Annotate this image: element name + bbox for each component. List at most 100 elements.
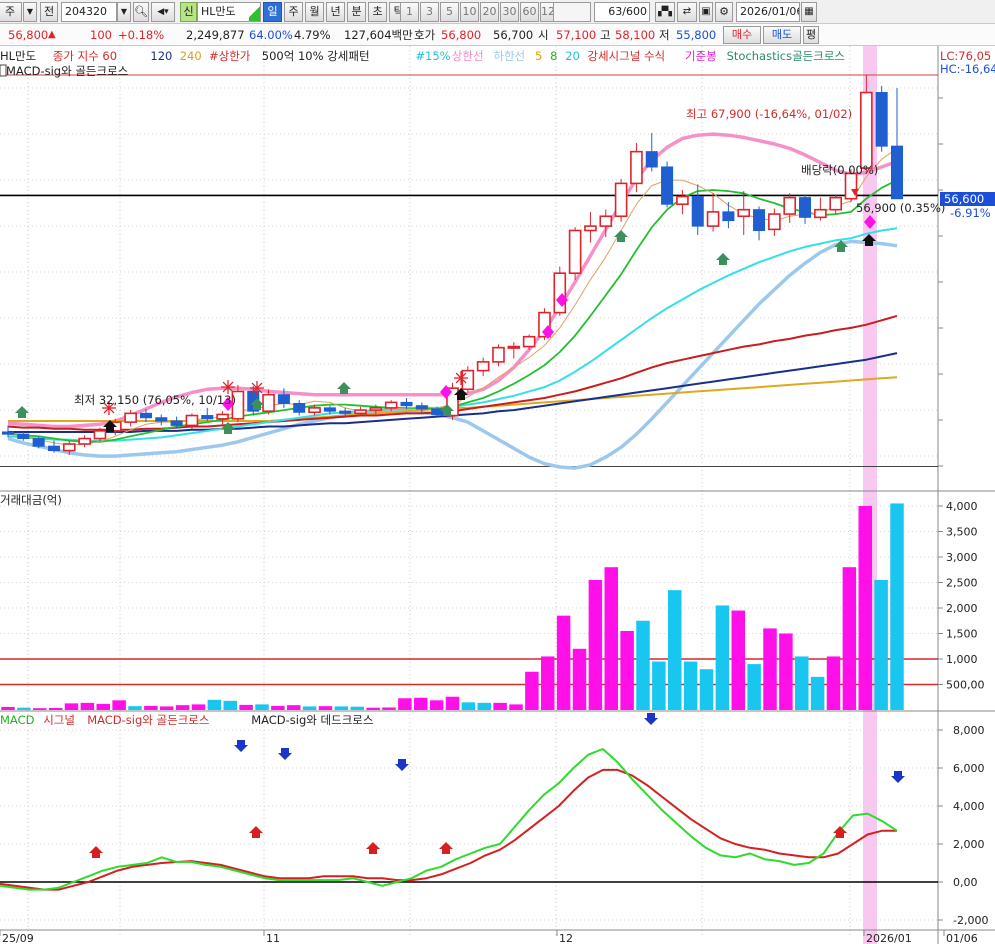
macd-legend-item: 시그널	[43, 713, 75, 727]
candle-body	[170, 420, 183, 426]
new-listing-badge: 신	[180, 2, 197, 22]
timeframe-0[interactable]: 일	[263, 2, 282, 22]
high-annotation: 최고 67,900 (-16,64%, 01/02)	[686, 107, 852, 121]
price-legend-item: 상한선	[452, 49, 484, 63]
buy-button[interactable]: 매수	[723, 26, 761, 44]
eval-button[interactable]: 평	[803, 26, 819, 44]
candle-body	[369, 407, 383, 411]
price-legend-item: 20	[565, 49, 580, 63]
x-axis-label: 25/09	[2, 932, 34, 944]
volume-bar	[287, 705, 301, 710]
current-price-tag-value: 56,600	[944, 192, 984, 206]
candle-body	[415, 405, 428, 410]
macd-axis-label: 4,000	[953, 800, 985, 813]
volume-bar	[255, 704, 269, 710]
volume-axis-label: 1,500	[946, 628, 978, 641]
ask-label: 호가	[414, 28, 436, 42]
candle-body	[691, 196, 704, 227]
interval-30[interactable]: 30	[500, 2, 519, 22]
period-dropdown-chevron-icon[interactable]: ▼	[23, 2, 37, 22]
volume-axis-label: 3,500	[946, 526, 978, 539]
volume-bar	[334, 706, 349, 710]
price-tag-annotation: 56,900 (0.35%)	[856, 201, 945, 215]
price-legend-item: 500억 10% 강세패턴	[262, 49, 370, 63]
volume-bar	[763, 628, 777, 710]
price-legend-item: 하한선	[493, 49, 525, 63]
volume-axis-label: 4,000	[946, 500, 978, 513]
stock-code-chevron-icon[interactable]: ▼	[117, 2, 131, 22]
custom-interval-input[interactable]	[553, 2, 591, 22]
stock-code-input[interactable]: 204320	[61, 2, 117, 22]
hc-value: HC:-16,64	[940, 62, 995, 76]
volume-bar	[271, 705, 285, 710]
volume-bar	[477, 702, 491, 710]
timeframe-5[interactable]: 초	[368, 2, 387, 22]
candle-body	[354, 409, 367, 415]
candle-body	[706, 211, 720, 227]
price-legend-item: #15%	[415, 49, 450, 63]
timeframe-1[interactable]: 주	[284, 2, 303, 22]
toolbar-main: 주 ▼ 전 204320 ▼ 🔍︎ ◀▾ 신 HL만도 일주월년분초틱 1351…	[0, 0, 995, 24]
x-axis-label: 12	[559, 932, 573, 944]
interval-3[interactable]: 3	[420, 2, 439, 22]
candle-body	[78, 437, 91, 445]
price-change-pct: +0.18%	[118, 28, 165, 42]
gear-icon[interactable]: ⚙	[715, 2, 733, 22]
ask-price: 56,800	[441, 28, 482, 42]
candle-body	[630, 150, 643, 185]
interval-20[interactable]: 20	[480, 2, 499, 22]
speaker-icon[interactable]: ◀▾	[151, 2, 175, 22]
candle-body	[124, 412, 137, 423]
chart-window: 주 ▼ 전 204320 ▼ 🔍︎ ◀▾ 신 HL만도 일주월년분초틱 1351…	[0, 0, 995, 944]
bar-count-field[interactable]: 63/600	[594, 2, 650, 22]
selected-bar-highlight	[863, 46, 877, 944]
interval-10[interactable]: 10	[460, 2, 479, 22]
candle-body	[339, 410, 352, 414]
interval-1[interactable]: 1	[400, 2, 419, 22]
volume: 2,249,877	[186, 28, 245, 42]
zoom-in-icon[interactable]: ▞▚	[655, 2, 675, 22]
date-field[interactable]: 2026/01/06	[736, 2, 800, 22]
stock-code-value: 204320	[65, 5, 107, 18]
save-icon[interactable]: ▣	[699, 2, 713, 22]
volume-axis-label: 2,000	[946, 602, 978, 615]
interval-5[interactable]: 5	[440, 2, 459, 22]
prev-button[interactable]: 전	[40, 2, 58, 22]
macd-axis-label: -2,000	[953, 914, 988, 927]
timeframe-2[interactable]: 월	[305, 2, 324, 22]
candle-body	[155, 417, 168, 422]
volume-bar	[318, 706, 333, 710]
volume-bar	[509, 704, 523, 710]
candle-body	[768, 213, 781, 231]
search-icon[interactable]: 🔍︎	[133, 2, 149, 22]
bar-count-total: /600	[622, 5, 647, 18]
low-price: 55,800	[676, 28, 717, 42]
stock-name-value: HL만도	[201, 5, 236, 18]
volume-bar	[699, 669, 714, 710]
period-dropdown[interactable]: 주	[0, 2, 22, 22]
volume-bar	[128, 706, 142, 710]
turnover-ratio: 4.79%	[294, 28, 331, 42]
open-price: 57,100	[556, 28, 597, 42]
volume-bar	[683, 661, 698, 710]
open-label: 시	[538, 28, 549, 42]
candle-body	[614, 182, 628, 218]
calendar-icon[interactable]: ▦	[801, 2, 817, 22]
volume-bar	[556, 615, 571, 710]
zoom-out-icon[interactable]: ⇄	[677, 2, 697, 22]
timeframe-4[interactable]: 분	[347, 2, 366, 22]
bar-count-value: 63	[608, 5, 623, 18]
volume-bar	[874, 579, 888, 710]
timeframe-3[interactable]: 년	[326, 2, 345, 22]
trade-amount: 127,604백만	[344, 28, 413, 42]
date-value: 2026/01/06	[740, 5, 800, 18]
price-legend-sub: MACD-sig와 골든크로스	[6, 64, 128, 78]
volume-axis-label: 1,000	[946, 653, 978, 666]
chart-canvas[interactable]: 최고 67,900 (-16,64%, 01/02) 최저 32,150 (76,…	[0, 46, 995, 944]
high-price: 58,100	[615, 28, 656, 42]
volume-bar	[826, 656, 841, 710]
legend-checkbox-icon[interactable]	[0, 64, 7, 77]
volume-bar	[731, 610, 745, 710]
interval-60[interactable]: 60	[520, 2, 539, 22]
sell-button[interactable]: 매도	[763, 26, 801, 44]
